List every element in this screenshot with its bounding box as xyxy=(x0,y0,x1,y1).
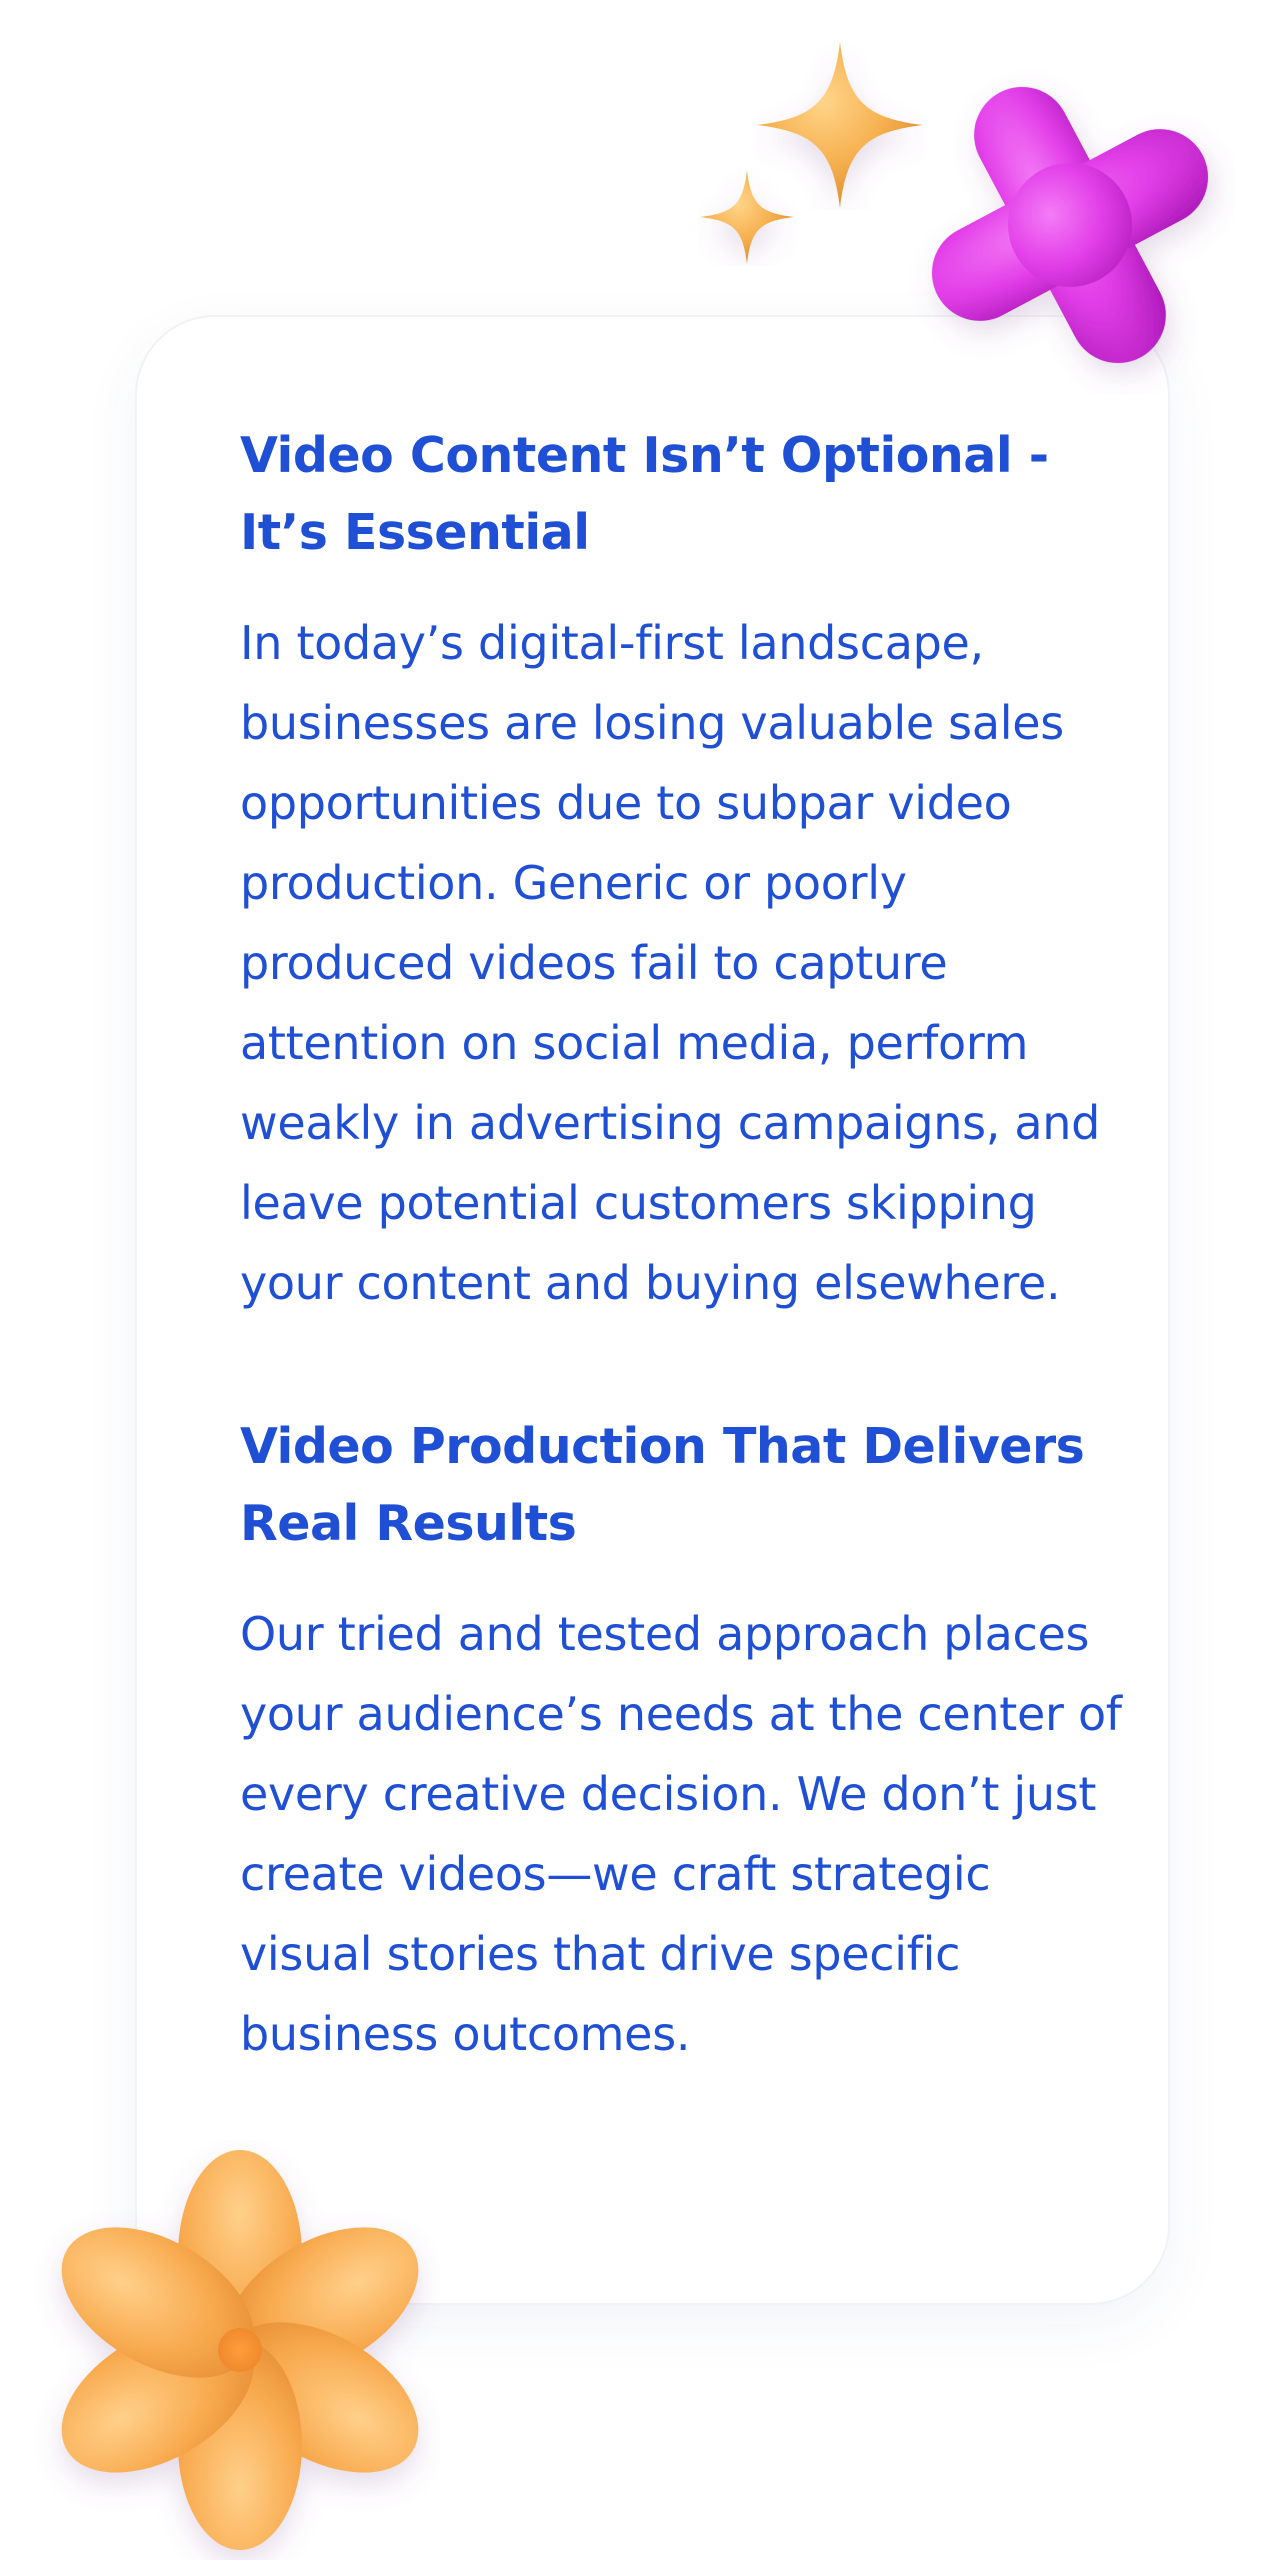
section-video-production: Video Production That Delivers Real Resu… xyxy=(240,1408,1130,2074)
section-heading: Video Content Isn’t Optional - It’s Esse… xyxy=(240,427,1049,561)
card-content: Video Content Isn’t Optional - It’s Esse… xyxy=(240,417,1130,2074)
flower-icon xyxy=(61,2150,419,2550)
section-video-content: Video Content Isn’t Optional - It’s Esse… xyxy=(240,417,1130,1323)
sparkle-small-icon xyxy=(700,170,794,264)
section-paragraph: Our tried and tested approach places you… xyxy=(240,1607,1122,2061)
content-card: Video Content Isn’t Optional - It’s Esse… xyxy=(135,315,1170,2305)
section-paragraph: In today’s digital-first landscape, busi… xyxy=(240,616,1101,1310)
section-heading: Video Production That Delivers Real Resu… xyxy=(240,1418,1085,1552)
cross-shape-icon xyxy=(931,86,1209,364)
